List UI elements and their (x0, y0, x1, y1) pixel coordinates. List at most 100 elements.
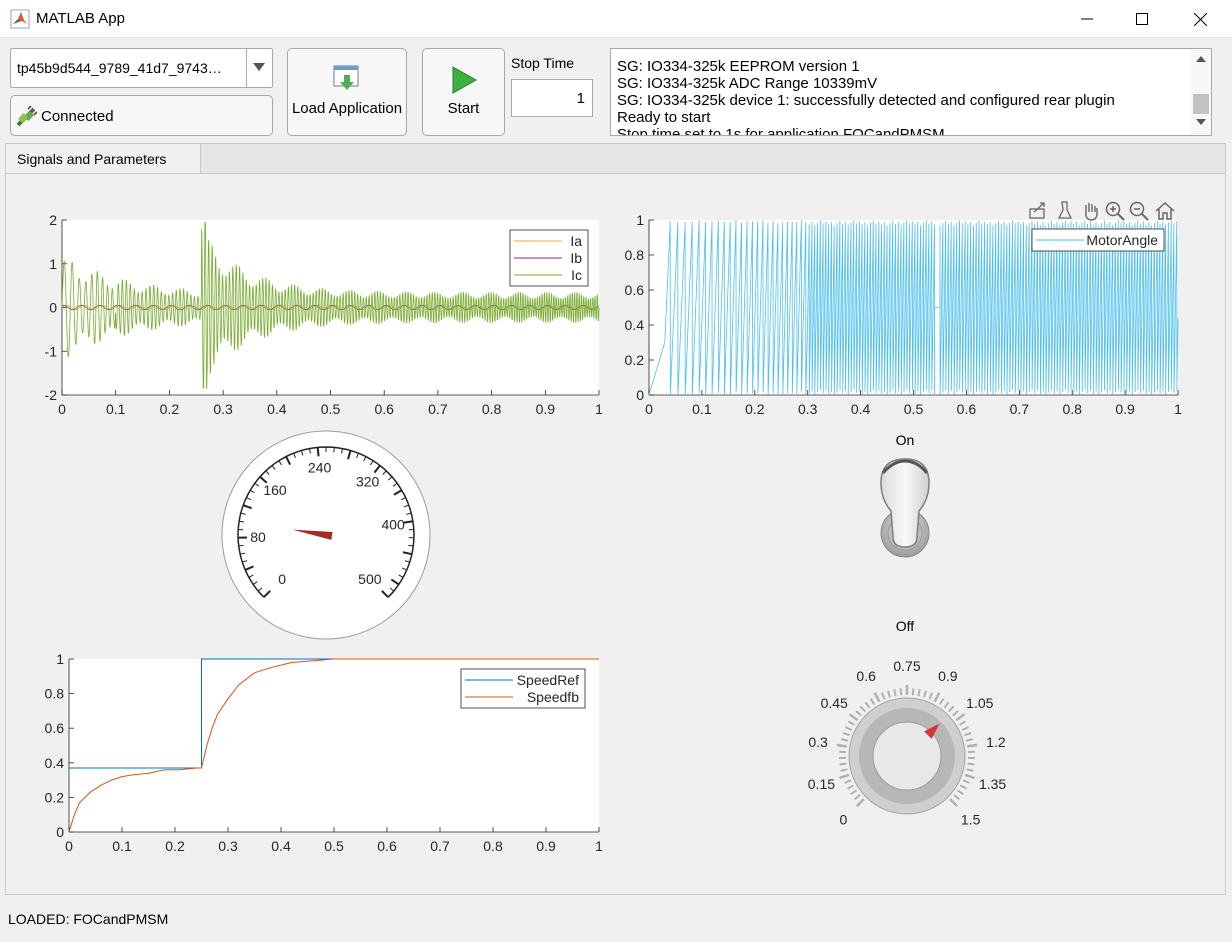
y-tick-label: 0.2 (45, 789, 65, 805)
knob-tick (967, 743, 978, 748)
x-tick-label: 0.8 (1062, 401, 1082, 417)
knob-label: 0.45 (821, 695, 848, 711)
datatip-icon[interactable] (1056, 200, 1076, 222)
knob-tick (967, 762, 975, 766)
y-tick-label: 1 (56, 651, 64, 667)
y-tick-label: -2 (45, 387, 58, 403)
tab-signals-and-parameters[interactable]: Signals and Parameters (5, 143, 201, 174)
minimize-button[interactable] (1058, 0, 1116, 38)
knob-label: 0.75 (893, 658, 920, 674)
chevron-down-icon[interactable] (252, 62, 266, 72)
knob-tick (964, 773, 975, 780)
x-tick-label: 1 (1174, 401, 1182, 417)
knob-label: 1.35 (979, 776, 1006, 792)
x-tick-label: 0.8 (482, 401, 502, 417)
stop-time-field[interactable]: 1 (511, 79, 593, 117)
legend-label: MotorAngle (1086, 232, 1158, 248)
speed-chart[interactable]: 0 0.1 0.2 0.3 0.4 0.5 0.6 0.7 0.8 0.9 1 0 0.2 0.4 0.6 0… (0, 645, 610, 865)
load-application-button[interactable]: Load Application (287, 48, 407, 136)
start-button[interactable]: Start (422, 48, 505, 136)
log-line: Stop time set to 1s for application FOCa… (617, 126, 945, 136)
title-bar: MATLAB App (0, 0, 1232, 38)
knob-tick (873, 692, 881, 703)
gauge-tick (403, 520, 414, 524)
knob-tick (887, 690, 891, 698)
knob-tick (853, 794, 861, 801)
gauge-tick (316, 447, 320, 457)
x-tick-label: 0 (645, 401, 653, 417)
target-dropdown-value: tp45b9d544_9789_41d7_9743… (17, 60, 222, 76)
x-tick-label: 0.3 (218, 838, 238, 854)
gauge-label: 320 (356, 473, 380, 489)
knob-tick (948, 705, 955, 713)
knob-tick (845, 726, 853, 731)
knob-tick (943, 701, 950, 709)
y-tick-label: 0.4 (625, 317, 645, 333)
play-icon (452, 66, 477, 94)
knob-tick (847, 720, 856, 726)
gauge-label: 160 (263, 482, 287, 498)
log-line: Ready to start (617, 109, 711, 126)
close-button[interactable] (1171, 0, 1229, 38)
current-chart[interactable]: 0 0.1 0.2 0.3 0.4 0.5 0.6 0.7 0.8 0.9 1 -2 -1 0 1 2 IaIb… (0, 200, 610, 420)
scroll-up-icon[interactable] (1196, 56, 1206, 62)
scroll-down-icon[interactable] (1196, 119, 1206, 125)
y-tick-label: 0.8 (625, 247, 645, 263)
y-tick-label: 0.8 (45, 686, 65, 702)
legend-label: Speedfb (527, 689, 579, 705)
x-tick-label: 0.7 (428, 401, 448, 417)
toggle-on-label: On (895, 432, 915, 448)
y-tick-label: 0 (56, 824, 64, 840)
close-icon (1193, 12, 1207, 26)
connection-label: Connected (41, 108, 114, 125)
matlab-logo-icon (10, 9, 30, 29)
pan-icon[interactable] (1080, 200, 1102, 222)
motor-angle-chart[interactable]: 0 0.1 0.2 0.3 0.4 0.5 0.6 0.7 0.8 0.9 1 0 0.2 0.4 0.6 0… (610, 200, 1210, 420)
x-tick-label: 0.1 (106, 401, 126, 417)
zoom-in-icon[interactable] (1104, 200, 1126, 222)
x-tick-label: 0.6 (957, 401, 977, 417)
legend-label: Ib (570, 250, 582, 266)
knob-tick (958, 720, 967, 726)
toggle-switch[interactable] (873, 455, 937, 560)
zoom-out-icon[interactable] (1128, 200, 1150, 222)
knob-tick (953, 794, 961, 801)
knob-tick (848, 713, 859, 722)
y-tick-label: 0.2 (625, 352, 645, 368)
x-tick-label: 0.1 (692, 401, 712, 417)
x-tick-label: 0 (65, 838, 73, 854)
gauge-label: 500 (358, 571, 382, 587)
home-icon[interactable] (1154, 200, 1176, 222)
dropdown-separator (246, 49, 247, 87)
maximize-button[interactable] (1113, 0, 1171, 38)
connect-button[interactable]: Connected (10, 95, 273, 136)
x-tick-label: 0.9 (1115, 401, 1135, 417)
gauge-tick (238, 544, 244, 547)
load-application-label: Load Application (291, 100, 403, 117)
maximize-icon (1136, 13, 1148, 25)
parameter-knob[interactable]: 0 0.15 0.3 0.45 0.6 0.75 0.9 1.05 1.2 1.35 1.5 (790, 655, 1030, 845)
knob-tick (840, 738, 849, 742)
knob-tick (911, 688, 915, 696)
knob-label: 1.2 (986, 734, 1006, 750)
knob-tick (839, 762, 847, 766)
speed-gauge[interactable]: 0 80 160 240 320 400 500 (216, 425, 436, 645)
export-icon[interactable] (1028, 200, 1048, 222)
target-dropdown[interactable]: tp45b9d544_9789_41d7_9743… (10, 48, 273, 88)
knob-tick (855, 798, 865, 808)
log-scrollbar[interactable] (1191, 49, 1211, 135)
connected-plug-icon (16, 106, 37, 127)
x-tick-label: 0.6 (374, 401, 394, 417)
message-log[interactable]: SG: IO334-325k EEPROM version 1 SG: IO33… (610, 48, 1212, 136)
knob-tick (965, 738, 974, 742)
x-tick-label: 0.4 (271, 838, 291, 854)
x-tick-label: 0.3 (798, 401, 818, 417)
knob-tick (899, 688, 903, 696)
scroll-thumb[interactable] (1193, 94, 1209, 114)
x-tick-label: 0.3 (213, 401, 233, 417)
gauge-label: 240 (308, 459, 332, 475)
legend: MotorAngle (1031, 228, 1165, 252)
knob-label: 1.05 (966, 695, 993, 711)
stop-time-label: Stop Time (511, 55, 575, 71)
x-tick-label: 0.9 (536, 838, 556, 854)
